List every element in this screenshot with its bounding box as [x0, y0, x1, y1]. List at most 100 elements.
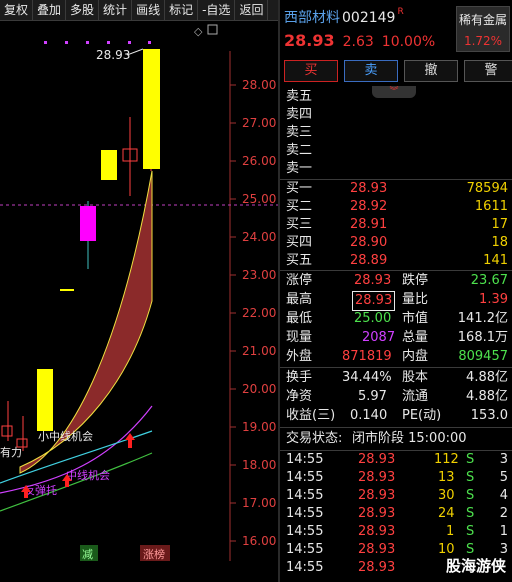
candle	[60, 289, 74, 291]
ask-row: 卖四	[286, 106, 508, 124]
ask-row: 卖三	[286, 124, 508, 142]
annotation-short-mid-opportunity: 小中线机会	[38, 429, 93, 443]
trade-status: 交易状态: 闭市阶段 15:00:00	[286, 431, 467, 446]
ask-label: 卖四	[286, 107, 313, 122]
sector-name: 稀有金属	[458, 13, 507, 27]
y-tick: 25.00	[242, 192, 276, 206]
bid-label: 买一	[286, 181, 313, 196]
ask-row: 卖五	[286, 88, 508, 106]
tick-row: 14:55 28.93 112 S 3	[286, 452, 508, 467]
bid-row: 买二 28.92 1611	[286, 198, 508, 216]
y-tick: 23.00	[242, 268, 276, 282]
bid-price: 28.90	[350, 235, 388, 250]
stat-row: 涨停 28.93 跌停 23.67	[286, 273, 508, 288]
alert-button[interactable]: 警	[464, 60, 512, 82]
toolbar-stats-button[interactable]: 统计	[99, 0, 133, 20]
y-tick: 21.00	[242, 344, 276, 358]
r-mark: R	[397, 7, 404, 17]
annotation-strong: 有力	[0, 445, 22, 459]
toolbar-back-button[interactable]: 返回	[235, 0, 269, 20]
bid-volume: 141	[483, 253, 508, 268]
kline-chart[interactable]: ◇ 28.00 27.00 26.00 25.00 24.00 23.00 22…	[0, 21, 278, 582]
bid-label: 买三	[286, 217, 313, 232]
stat-row: 现量 2087 总量 168.1万	[286, 330, 508, 345]
sell-button[interactable]: 卖	[344, 60, 398, 82]
bid-row: 买四 28.90 18	[286, 234, 508, 252]
bid-volume: 78594	[466, 181, 508, 196]
bid-volume: 1611	[474, 199, 508, 214]
stock-code: 002149	[342, 10, 396, 26]
cancel-order-button[interactable]: 撤	[404, 60, 458, 82]
sector-box[interactable]: 稀有金属 1.72%	[456, 6, 510, 52]
stat-row: 净资 5.97 流通 4.88亿	[286, 389, 508, 404]
y-tick: 20.00	[242, 382, 276, 396]
ma-line-green	[0, 452, 153, 512]
signal-dots	[44, 41, 151, 44]
divider	[280, 427, 512, 428]
square-icon[interactable]	[207, 24, 218, 35]
watermark-text: 股海游侠	[445, 557, 506, 575]
bid-row: 买三 28.91 17	[286, 216, 508, 234]
ask-label: 卖五	[286, 89, 313, 104]
y-tick: 28.00	[242, 78, 276, 92]
bid-label: 买四	[286, 235, 313, 250]
toolbar-draw-line-button[interactable]: 画线	[132, 0, 166, 20]
tick-row: 14:55 28.93 24 S 2	[286, 506, 508, 521]
price-axis-labels: 28.00 27.00 26.00 25.00 24.00 23.00 22.0…	[242, 78, 276, 548]
candle	[37, 369, 53, 431]
bid-price: 28.89	[350, 253, 388, 268]
y-tick: 22.00	[242, 306, 276, 320]
toolbar-remove-watchlist-button[interactable]: -自选	[198, 0, 236, 20]
stock-header: 西部材料 002149 R	[284, 7, 404, 27]
bid-volume: 18	[491, 235, 508, 250]
stat-row: 最低 25.00 市值 141.2亿	[286, 311, 508, 326]
toolbar-fuquan-button[interactable]: 复权	[0, 0, 34, 20]
ask-label: 卖三	[286, 125, 313, 140]
price-axis-ticks	[230, 84, 236, 542]
tick-row: 14:55 28.93 13 S 5	[286, 470, 508, 485]
stat-row: 换手 34.44% 股本 4.88亿	[286, 370, 508, 385]
y-tick: 17.00	[242, 496, 276, 510]
sector-pct: 1.72%	[463, 34, 503, 48]
diamond-icon[interactable]: ◇	[194, 25, 203, 38]
candle	[1, 425, 13, 437]
tick-row: 14:55 28.93 30 S 4	[286, 488, 508, 503]
stat-row: 最高 28.93 量比 1.39	[286, 291, 508, 311]
price-quote: 28.93 2.63 10.00%	[284, 31, 435, 50]
divider	[280, 367, 512, 368]
toolbar-mark-button[interactable]: 标记	[165, 0, 199, 20]
tag-gainers-label: 涨榜	[143, 547, 165, 561]
stock-name[interactable]: 西部材料	[284, 10, 340, 26]
y-tick: 16.00	[242, 534, 276, 548]
price-change-pct: 10.00%	[381, 34, 436, 50]
y-tick: 26.00	[242, 154, 276, 168]
y-tick: 18.00	[242, 458, 276, 472]
tag-reduce-label: 减	[82, 548, 93, 561]
bid-label: 买五	[286, 253, 313, 268]
candle	[143, 49, 160, 169]
candle	[101, 150, 117, 180]
ask-row: 卖一	[286, 160, 508, 178]
bid-price: 28.93	[350, 181, 388, 196]
ask-label: 卖二	[286, 143, 313, 158]
y-tick: 19.00	[242, 420, 276, 434]
quote-panel: 西部材料 002149 R 稀有金属 1.72% 28.93 2.63 10.00% 买…	[280, 0, 512, 582]
bid-price: 28.91	[350, 217, 388, 232]
toolbar-overlay-button[interactable]: 叠加	[33, 0, 67, 20]
current-price: 28.93	[284, 31, 335, 50]
tick-row: 14:55 28.93 1 S 1	[286, 524, 508, 539]
ask-label: 卖一	[286, 161, 313, 176]
divider	[280, 270, 512, 271]
toolbar-multi-stock-button[interactable]: 多股	[66, 0, 100, 20]
buy-button[interactable]: 买	[284, 60, 338, 82]
y-tick: 24.00	[242, 230, 276, 244]
bid-volume: 17	[491, 217, 508, 232]
bid-label: 买二	[286, 199, 313, 214]
stat-row: 外盘 871819 内盘 809457	[286, 349, 508, 364]
y-tick: 27.00	[242, 116, 276, 130]
bid-row: 买一 28.93 78594	[286, 180, 508, 198]
stat-row: 收益(三) 0.140 PE(动) 153.0	[286, 408, 508, 423]
chart-toolbar: 复权 叠加 多股 统计 画线 标记 -自选 返回	[0, 0, 278, 21]
up-arrow-icon	[125, 433, 135, 448]
ask-row: 卖二	[286, 142, 508, 160]
